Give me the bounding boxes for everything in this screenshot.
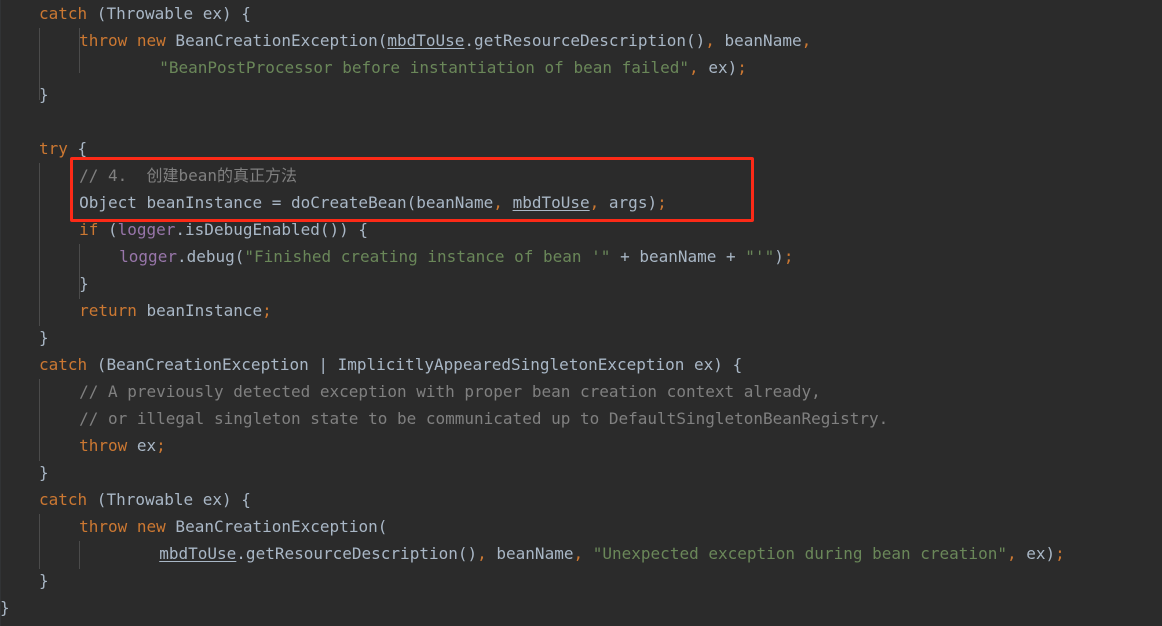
code-token: , (1006, 544, 1017, 563)
code-token: beanInstance (136, 301, 263, 320)
code-line[interactable]: return beanInstance; (0, 297, 1162, 324)
code-token: catch (39, 490, 88, 509)
code-token: ; (657, 193, 667, 212)
code-token: .isDebugEnabled()) { (175, 220, 369, 239)
code-text-layer[interactable]: catch (Throwable ex) {throw new BeanCrea… (0, 0, 1162, 626)
code-line[interactable]: } (0, 270, 1162, 297)
code-editor-viewport[interactable]: catch (Throwable ex) {throw new BeanCrea… (0, 0, 1162, 626)
code-token: mbdToUse (159, 544, 237, 563)
code-token: if (79, 220, 99, 239)
code-line[interactable]: // A previously detected exception with … (0, 378, 1162, 405)
code-token: args) (599, 193, 658, 212)
code-line[interactable]: } (0, 567, 1162, 594)
code-line[interactable]: throw new BeanCreationException( (0, 513, 1162, 540)
code-token: } (39, 463, 49, 482)
code-token: ( (98, 220, 118, 239)
code-token: ) (774, 247, 784, 266)
code-token: new (136, 517, 166, 536)
code-token: , (801, 31, 812, 50)
code-token: ; (737, 58, 747, 77)
code-token: catch (39, 4, 88, 23)
code-line[interactable]: } (0, 324, 1162, 351)
code-token: (Throwable ex) { (87, 4, 251, 23)
code-token: ex) (698, 58, 738, 77)
code-token: , (573, 544, 584, 563)
code-token: mbdToUse (512, 193, 590, 212)
code-token: } (0, 598, 10, 617)
code-line[interactable]: catch (BeanCreationException | Implicitl… (0, 351, 1162, 378)
code-line[interactable]: try { (0, 135, 1162, 162)
code-token: Object beanInstance = doCreateBean(beanN… (79, 193, 494, 212)
code-token: ex (127, 436, 157, 455)
code-token: ex) (1016, 544, 1056, 563)
code-token: new (136, 31, 166, 50)
code-token: catch (39, 355, 88, 374)
code-line[interactable]: // or illegal singleton state to be comm… (0, 405, 1162, 432)
code-token: , (705, 31, 715, 50)
code-token: (Throwable ex) { (87, 490, 251, 509)
code-token: "'" (745, 247, 775, 266)
code-token: } (39, 571, 49, 590)
code-token: "Unexpected exception during bean creati… (592, 544, 1007, 563)
code-token: + beanName + (610, 247, 746, 266)
code-token: .getResourceDescription() (236, 544, 478, 563)
code-token: // 4. 创建bean的真正方法 (79, 166, 298, 185)
code-token: // or illegal singleton state to be comm… (79, 409, 889, 428)
code-token: ; (156, 436, 166, 455)
code-token: try (39, 139, 68, 158)
code-token: BeanCreationException( (165, 517, 388, 536)
code-line[interactable]: if (logger.isDebugEnabled()) { (0, 216, 1162, 243)
code-token: , (589, 193, 600, 212)
code-line[interactable]: } (0, 459, 1162, 486)
code-line[interactable]: catch (Throwable ex) { (0, 0, 1162, 27)
code-token: logger (119, 247, 177, 266)
code-token: ; (1055, 544, 1065, 563)
code-line[interactable]: } (0, 81, 1162, 108)
code-line[interactable]: throw ex; (0, 432, 1162, 459)
code-token: .debug( (176, 247, 245, 266)
code-line[interactable]: Object beanInstance = doCreateBean(beanN… (0, 189, 1162, 216)
code-token: { (67, 139, 88, 158)
code-line[interactable]: // 4. 创建bean的真正方法 (0, 162, 1162, 189)
code-line[interactable]: logger.debug("Finished creating instance… (0, 243, 1162, 270)
code-token: , (689, 58, 699, 77)
code-token: } (39, 328, 49, 347)
code-line[interactable]: } (0, 594, 1162, 621)
code-token: logger (117, 220, 176, 239)
code-token: "BeanPostProcessor before instantiation … (159, 58, 690, 77)
code-token: BeanCreationException( (165, 31, 388, 50)
code-token: return (79, 301, 137, 320)
code-token: .getResourceDescription() (464, 31, 706, 50)
code-line[interactable]: catch (Throwable ex) { (0, 486, 1162, 513)
code-token: throw (79, 31, 128, 50)
code-line[interactable] (0, 108, 1162, 135)
code-token: } (79, 274, 89, 293)
code-token: } (39, 85, 49, 104)
code-token: , (477, 544, 487, 563)
code-token: throw (79, 517, 128, 536)
code-token: (BeanCreationException | ImplicitlyAppea… (87, 355, 743, 374)
code-token: beanName (486, 544, 574, 563)
code-token: throw (79, 436, 128, 455)
code-line[interactable]: throw new BeanCreationException(mbdToUse… (0, 27, 1162, 54)
code-token: "Finished creating instance of bean '" (244, 247, 611, 266)
code-token: mbdToUse (387, 31, 465, 50)
code-token: ; (262, 301, 272, 320)
code-token: , (493, 193, 503, 212)
code-line[interactable]: mbdToUse.getResourceDescription(), beanN… (0, 540, 1162, 567)
code-token: beanName (714, 31, 802, 50)
code-line[interactable]: "BeanPostProcessor before instantiation … (0, 54, 1162, 81)
code-token: // A previously detected exception with … (79, 382, 821, 401)
code-token: ; (783, 247, 794, 266)
